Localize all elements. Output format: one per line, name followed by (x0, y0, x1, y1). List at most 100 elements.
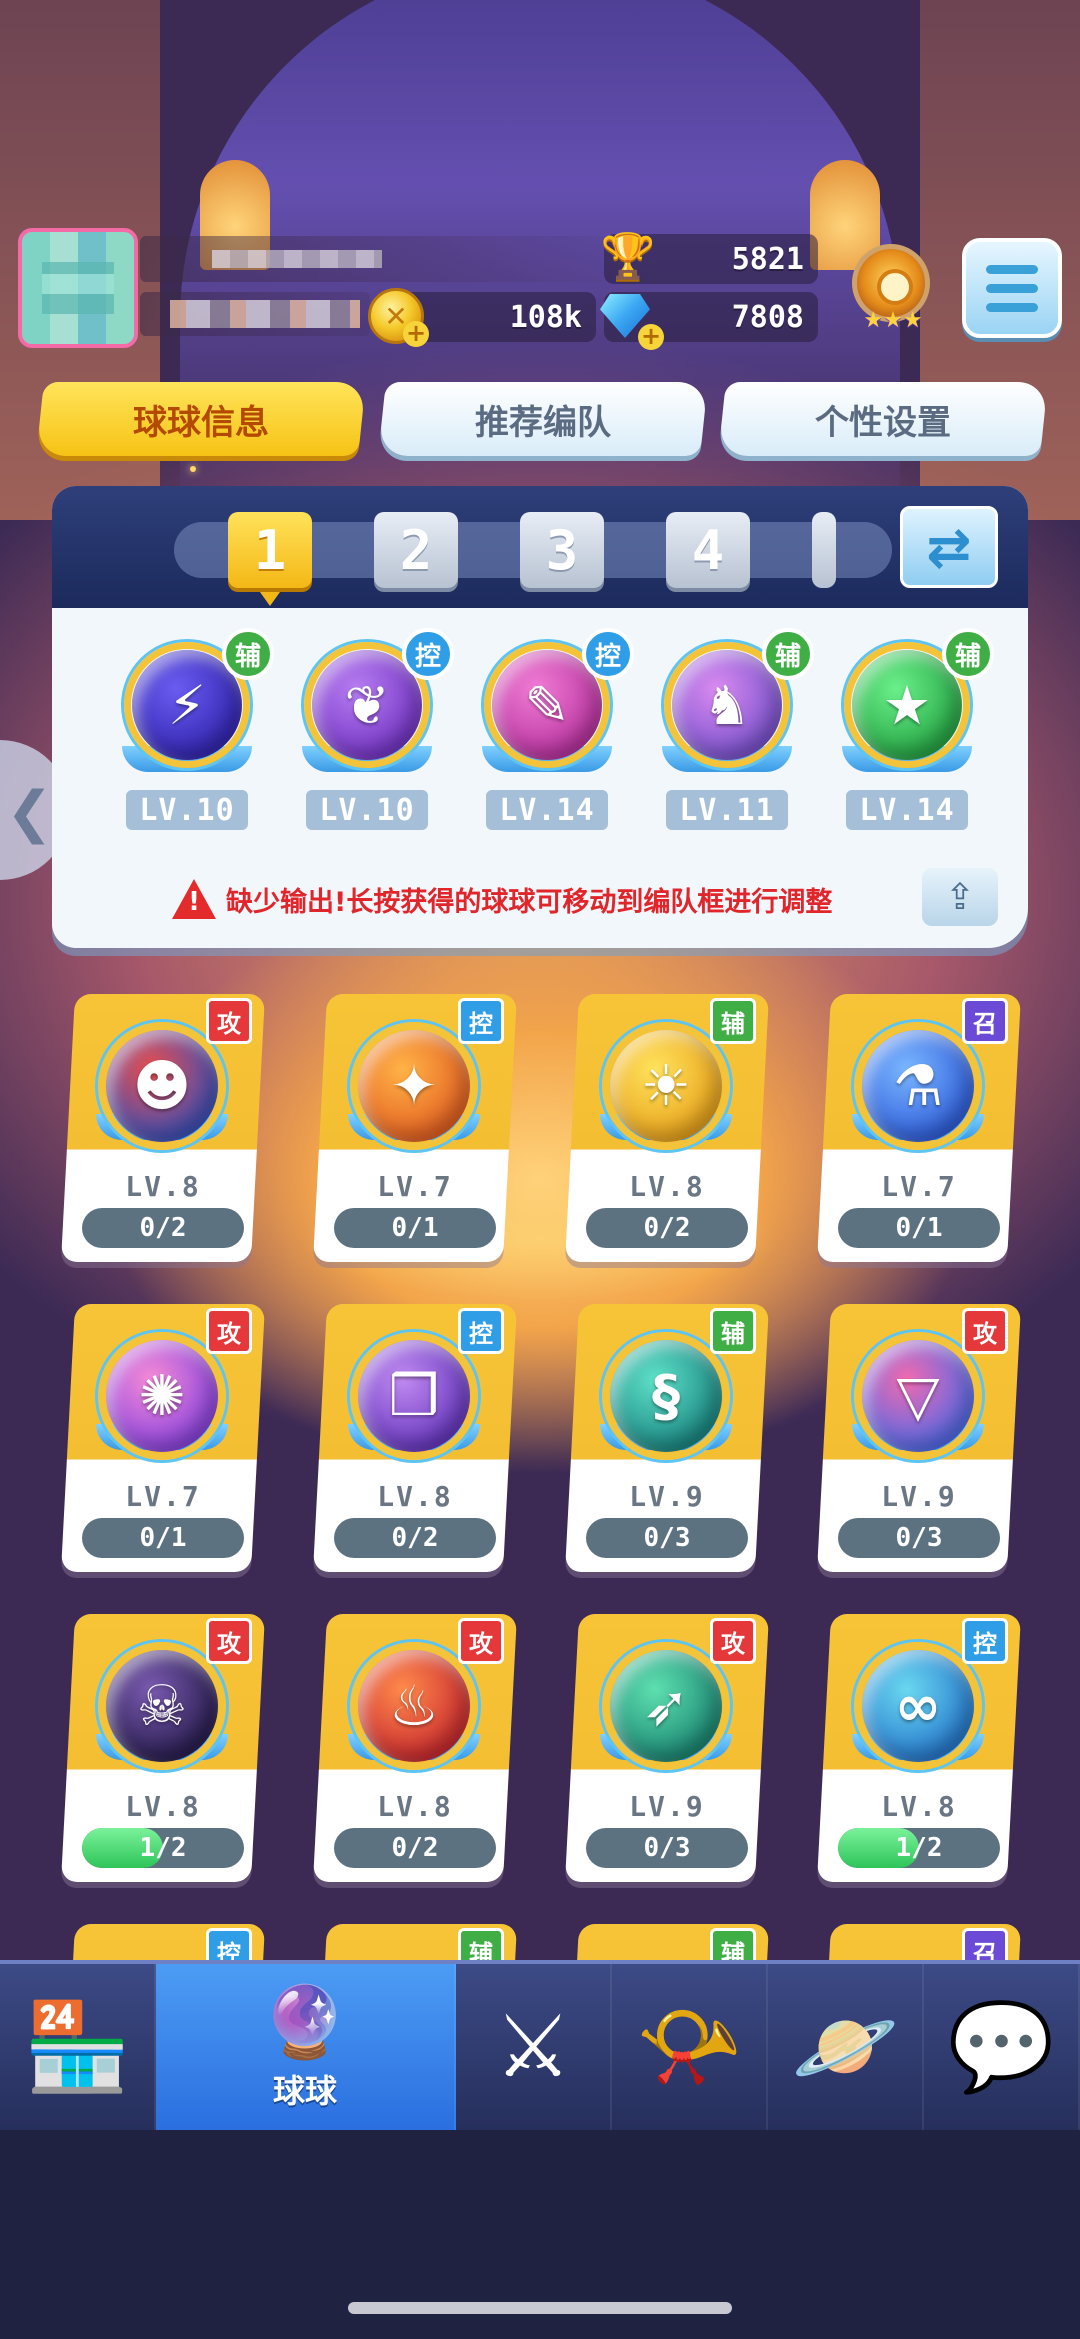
ball-card[interactable]: ☻ 攻 LV.8 0/2 (60, 994, 266, 1262)
chat-heart-icon: 💬 (947, 1997, 1055, 2097)
lineup-ball-item[interactable]: ❦ 控 LV.10 (292, 628, 454, 856)
shard-progress-bar: 0/1 (838, 1208, 1000, 1248)
ball-level: LV.7 (881, 1170, 957, 1203)
nav-item-shop[interactable]: 🏪 (0, 1964, 156, 2130)
chevron-left-icon: ❮ (6, 780, 53, 845)
swap-lineup-button[interactable]: ⇄ (900, 506, 998, 588)
shard-progress-bar: 0/3 (586, 1518, 748, 1558)
role-badge: 辅 (942, 628, 994, 680)
lineup-slot-3[interactable]: 3 (520, 512, 604, 588)
shard-progress-bar: 0/2 (82, 1208, 244, 1248)
ball-level: LV.8 (125, 1170, 201, 1203)
ball-level: LV.9 (629, 1790, 705, 1823)
ball-icon: ☀ (610, 1030, 722, 1142)
nav-item-balls[interactable]: 🔮 球球 (156, 1964, 456, 2130)
shard-progress-text: 1/2 (895, 1833, 943, 1863)
shard-progress-bar: 0/2 (334, 1518, 496, 1558)
gem-icon[interactable]: + (596, 288, 664, 350)
planet-icon: 🪐 (791, 1997, 899, 2097)
ball-card[interactable]: ✦ 控 LV.7 0/1 (312, 994, 518, 1262)
shard-progress-bar: 1/2 (82, 1828, 244, 1868)
ball-card[interactable]: ❒ 控 LV.8 0/2 (312, 1304, 518, 1572)
swap-arrows-icon: ⇄ (926, 515, 972, 579)
coin-value: 108k (509, 299, 582, 335)
shard-progress-text: 0/1 (895, 1213, 943, 1243)
ball-icon: ⚗ (862, 1030, 974, 1142)
shard-progress-bar: 0/1 (82, 1518, 244, 1558)
ball-card[interactable]: ☀ 辅 LV.8 0/2 (564, 994, 770, 1262)
nav-item-whistle[interactable]: 📯 (612, 1964, 768, 2130)
ball-card[interactable]: ☠ 攻 LV.8 1/2 (60, 1614, 266, 1882)
trophy-icon: 🏆 (600, 231, 656, 282)
shop-icon: 🏪 (23, 1997, 131, 2097)
ball-icon: ➶ (610, 1650, 722, 1762)
nav-item-battle[interactable]: ⚔ (456, 1964, 612, 2130)
bottom-navigation: 🏪 🔮 球球 ⚔ 📯 🪐 💬 (0, 1960, 1080, 2130)
lineup-ball-item[interactable]: ⚡ 辅 LV.10 (112, 628, 274, 856)
role-badge: 辅 (762, 628, 814, 680)
slot-number: 1 (253, 518, 287, 582)
slot-number: 4 (691, 518, 725, 582)
nav-item-social[interactable]: 💬 (924, 1964, 1080, 2130)
lineup-slot-bar: 1 2 3 4 ⇄ (52, 486, 1028, 608)
ball-level: LV.7 (377, 1170, 453, 1203)
role-badge: 辅 (710, 1308, 756, 1354)
role-badge: 控 (962, 1618, 1008, 1664)
shard-progress-bar: 0/2 (334, 1828, 496, 1868)
player-avatar[interactable] (18, 228, 138, 348)
ball-level: LV.9 (629, 1480, 705, 1513)
ball-card[interactable]: ⚗ 召 LV.7 0/1 (816, 994, 1022, 1262)
ball-level: LV.10 (126, 790, 248, 830)
home-indicator[interactable] (348, 2302, 732, 2314)
lineup-panel: 1 2 3 4 ⇄ ⚡ 辅 LV.10 ❦ 控 LV.10 ✎ 控 LV.14 ♞ 辅 LV.11 ★ 辅… (52, 486, 1028, 948)
ball-card[interactable]: ➶ 攻 LV.9 0/3 (564, 1614, 770, 1882)
tab-personal-settings[interactable]: 个性设置 (718, 382, 1048, 456)
shard-progress-text: 0/3 (895, 1523, 943, 1553)
lineup-slot-4[interactable]: 4 (666, 512, 750, 588)
tab-label: 个性设置 (815, 402, 951, 443)
tab-ball-info[interactable]: 球球信息 (36, 382, 366, 456)
slot-number: 2 (399, 518, 433, 582)
ball-card[interactable]: ♨ 攻 LV.8 0/2 (312, 1614, 518, 1882)
ball-card[interactable]: ▽ 攻 LV.9 0/3 (816, 1304, 1022, 1572)
share-button[interactable]: ⇪ (922, 868, 998, 926)
ball-icon: ∞ (862, 1650, 974, 1762)
shard-progress-bar: 0/3 (586, 1828, 748, 1868)
lineup-slot-2[interactable]: 2 (374, 512, 458, 588)
ball-icon: ☻ (106, 1030, 218, 1142)
player-level-redacted (170, 300, 360, 328)
lineup-ball-item[interactable]: ★ 辅 LV.14 (832, 628, 994, 856)
shard-progress-bar: 0/3 (838, 1518, 1000, 1558)
add-coin-icon[interactable]: + (403, 321, 429, 347)
role-badge: 控 (458, 1308, 504, 1354)
coin-icon[interactable]: ✕ + (368, 288, 429, 347)
lineup-warning: ! 缺少输出!长按获得的球球可移动到编队框进行调整 (172, 876, 962, 922)
ball-level: LV.10 (306, 790, 428, 830)
lineup-slot-1[interactable]: 1 (228, 512, 312, 606)
lineup-slot-5-partial[interactable] (812, 512, 836, 588)
tab-recommended-lineup[interactable]: 推荐编队 (378, 382, 708, 456)
lineup-ball-item[interactable]: ✎ 控 LV.14 (472, 628, 634, 856)
role-badge: 攻 (206, 1618, 252, 1664)
menu-button[interactable] (962, 238, 1062, 338)
ball-level: LV.8 (881, 1790, 957, 1823)
ball-card[interactable]: ∞ 控 LV.8 1/2 (816, 1614, 1022, 1882)
ball-icon: ✺ (106, 1340, 218, 1452)
shard-progress-text: 0/2 (391, 1833, 439, 1863)
player-level-strip (140, 292, 370, 336)
rank-badge[interactable]: ★★★ (840, 238, 942, 338)
warning-text: 缺少输出!长按获得的球球可移动到编队框进行调整 (226, 886, 833, 918)
role-badge: 攻 (710, 1618, 756, 1664)
rank-stars: ★★★ (863, 308, 923, 333)
ball-card[interactable]: ✺ 攻 LV.7 0/1 (60, 1304, 266, 1572)
lineup-ball-item[interactable]: ♞ 辅 LV.11 (652, 628, 814, 856)
ball-icon: ♨ (358, 1650, 470, 1762)
shard-progress-text: 0/2 (643, 1213, 691, 1243)
role-badge: 控 (458, 998, 504, 1044)
add-gem-icon[interactable]: + (638, 324, 664, 350)
shard-progress-text: 0/1 (391, 1213, 439, 1243)
nav-item-planet[interactable]: 🪐 (768, 1964, 924, 2130)
slot-number: 3 (545, 518, 579, 582)
ball-icon: ☠ (106, 1650, 218, 1762)
ball-card[interactable]: § 辅 LV.9 0/3 (564, 1304, 770, 1572)
